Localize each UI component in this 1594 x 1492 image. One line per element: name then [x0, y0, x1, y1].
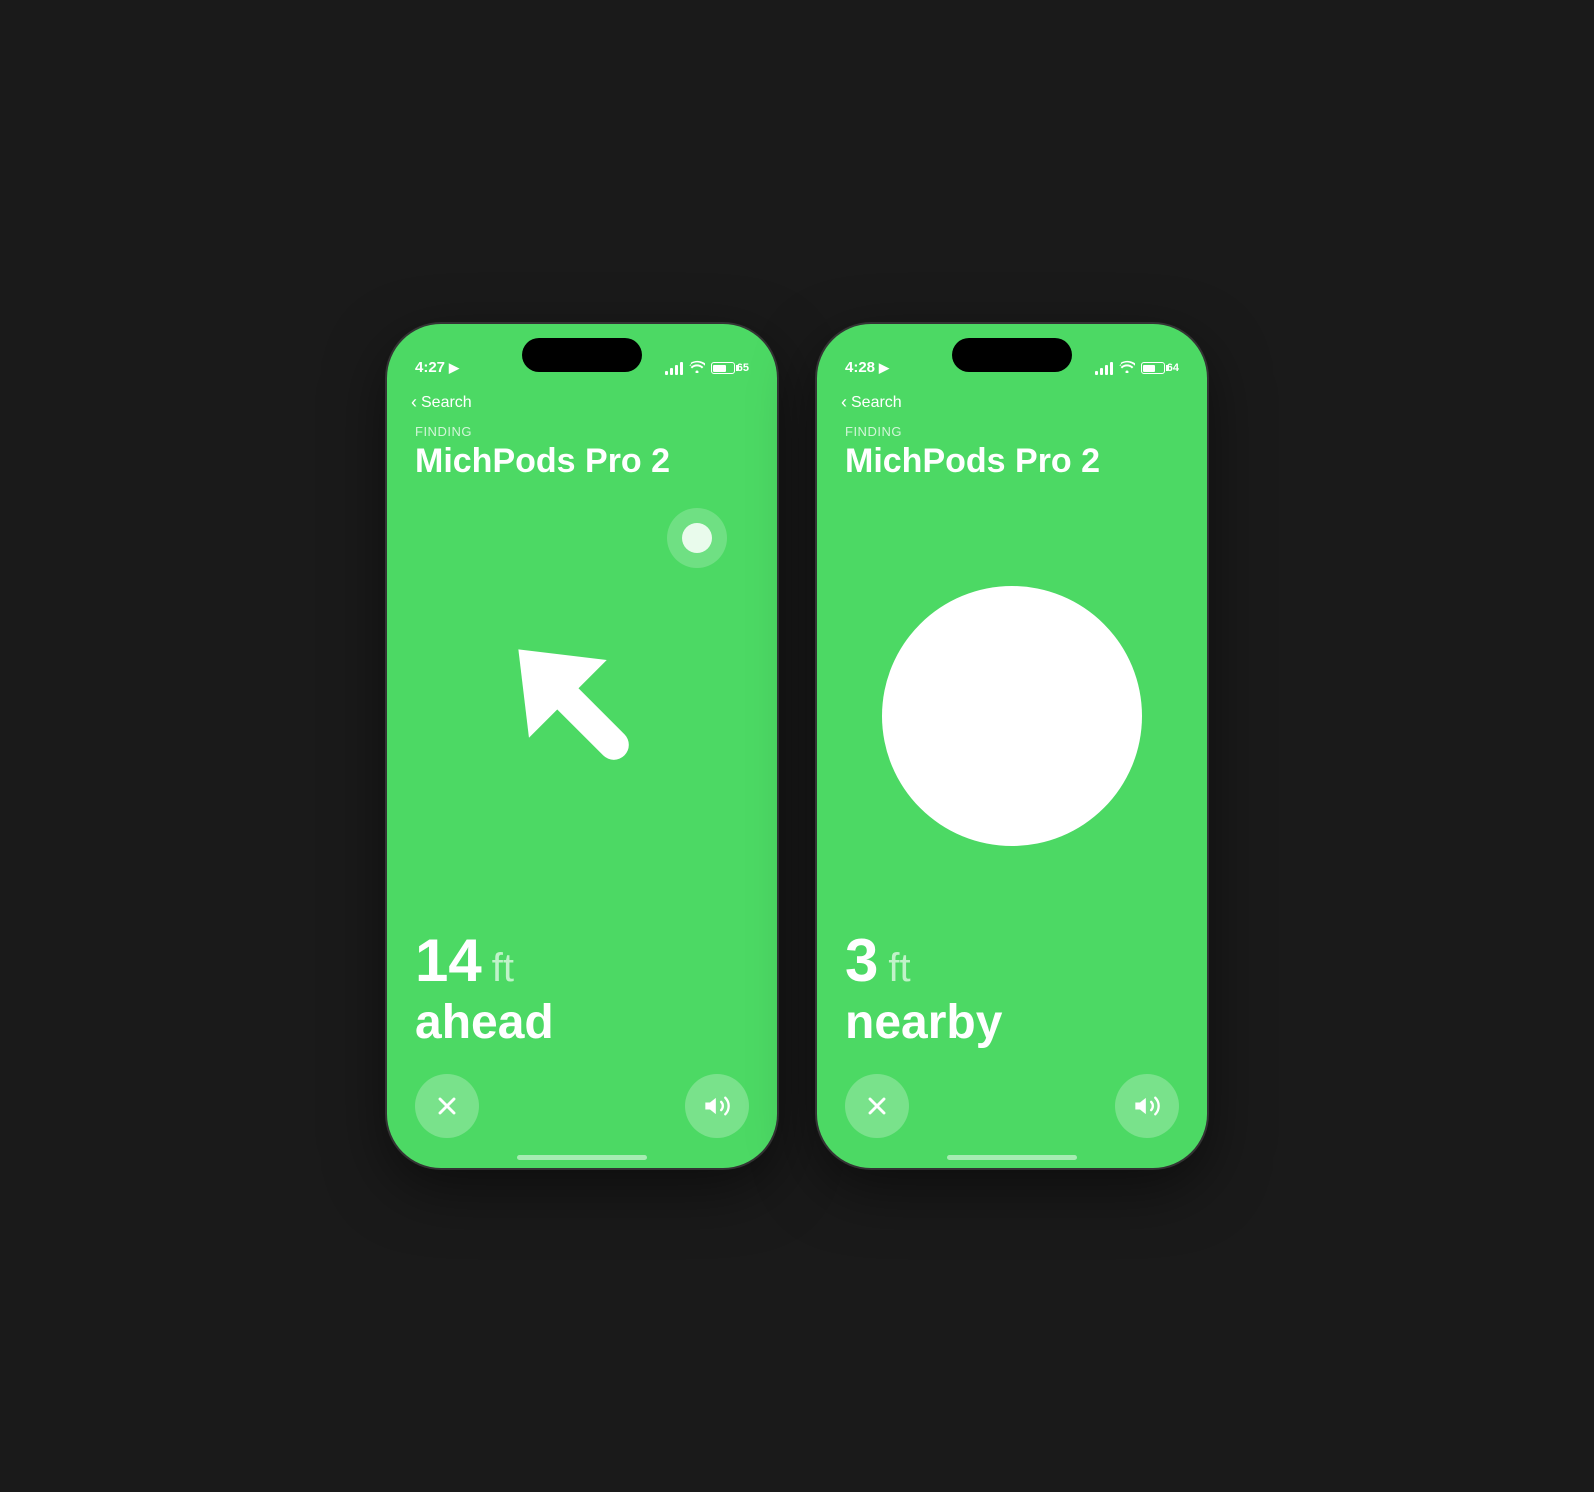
back-chevron-2: ‹ — [841, 392, 847, 413]
finding-label-1: FINDING — [415, 424, 749, 439]
distance-number-1: 14 — [415, 931, 482, 991]
device-title-2: MichPods Pro 2 — [845, 443, 1179, 480]
location-icon-2: ▶ — [879, 360, 889, 376]
status-left-1: 4:27 ▶ — [415, 359, 459, 376]
phone-1-frame: 4:27 ▶ 65 ‹ Search FINDING — [387, 324, 777, 1168]
wifi-icon-1 — [689, 360, 705, 376]
battery-1: 65 — [711, 362, 749, 374]
content-1: FINDING MichPods Pro 2 — [387, 424, 777, 1168]
distance-unit-2: ft — [888, 946, 910, 991]
direction-arrow-1 — [482, 603, 682, 823]
status-right-1: 65 — [665, 360, 749, 376]
sound-button-2[interactable] — [1115, 1074, 1179, 1138]
status-left-2: 4:28 ▶ — [845, 359, 889, 376]
distance-row-1: 14 ft — [415, 931, 749, 991]
signal-icon-1 — [665, 362, 683, 375]
time-2: 4:28 — [845, 359, 875, 376]
distance-row-2: 3 ft — [845, 931, 1179, 991]
device-title-1: MichPods Pro 2 — [415, 443, 749, 480]
nav-back-1[interactable]: ‹ Search — [411, 392, 472, 413]
direction-text-2: nearby — [845, 995, 1179, 1050]
distance-unit-1: ft — [492, 946, 514, 991]
distance-info-2: 3 ft nearby — [845, 931, 1179, 1050]
home-indicator-2 — [947, 1155, 1077, 1160]
home-indicator-1 — [517, 1155, 647, 1160]
direction-text-1: ahead — [415, 995, 749, 1050]
signal-icon-2 — [1095, 362, 1113, 375]
direction-area-2 — [845, 500, 1179, 931]
bottom-buttons-2 — [845, 1074, 1179, 1168]
proximity-circle-2 — [882, 586, 1142, 846]
sound-button-1[interactable] — [685, 1074, 749, 1138]
status-right-2: 64 — [1095, 360, 1179, 376]
back-chevron-1: ‹ — [411, 392, 417, 413]
distance-info-1: 14 ft ahead — [415, 931, 749, 1050]
close-button-2[interactable] — [845, 1074, 909, 1138]
finding-label-2: FINDING — [845, 424, 1179, 439]
direction-dot-1 — [682, 523, 712, 553]
direction-area-1 — [415, 500, 749, 931]
dynamic-island-1 — [522, 338, 642, 372]
content-2: FINDING MichPods Pro 2 3 ft nearby — [817, 424, 1207, 1168]
back-label-1: Search — [421, 394, 472, 412]
battery-2: 64 — [1141, 362, 1179, 374]
back-label-2: Search — [851, 394, 902, 412]
close-button-1[interactable] — [415, 1074, 479, 1138]
nav-back-2[interactable]: ‹ Search — [841, 392, 902, 413]
phone-2-frame: 4:28 ▶ 64 ‹ Search FINDING — [817, 324, 1207, 1168]
dynamic-island-2 — [952, 338, 1072, 372]
location-icon-1: ▶ — [449, 360, 459, 376]
arrow-indicator-1 — [482, 603, 682, 828]
wifi-icon-2 — [1119, 360, 1135, 376]
distance-number-2: 3 — [845, 931, 878, 991]
time-1: 4:27 — [415, 359, 445, 376]
bottom-buttons-1 — [415, 1074, 749, 1168]
